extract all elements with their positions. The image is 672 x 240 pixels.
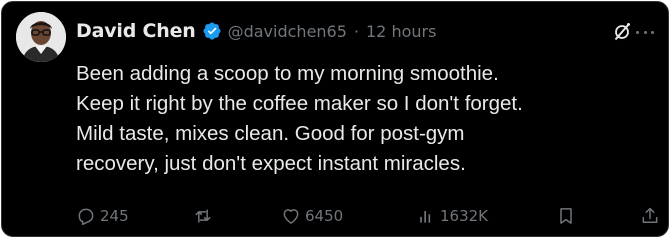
post-time[interactable]: 12 hours [366,22,436,41]
reply-icon [78,208,94,226]
tweet-text-line: Been adding a scoop to my morning smooth… [76,62,499,85]
tweet-text-line: recovery, just don't expect instant mira… [76,152,466,175]
verified-badge-icon[interactable] [202,21,222,41]
share-icon [642,207,658,223]
user-handle[interactable]: @davidchen65 [228,22,347,41]
tweet-card[interactable]: David Chen @davidchen65 · 12 hours Been … [1,1,669,237]
share-button[interactable] [640,204,660,228]
avatar[interactable] [16,12,66,62]
more-options-icon[interactable] [636,22,654,42]
display-name[interactable]: David Chen [76,20,196,42]
views-count: 1632K [440,207,489,225]
tweet-text-line: Keep it right by the coffee maker so I d… [76,92,523,115]
avatar-photo [16,12,66,62]
action-bar: 245 6450 1632K [76,204,658,228]
views-bars-icon [420,211,431,223]
tweet-text-line: Mild taste, mixes clean. Good for post-g… [76,122,465,145]
separator-dot: · [353,21,359,41]
heart-icon [283,209,299,224]
tweet-header: David Chen @davidchen65 · 12 hours [76,16,436,46]
tweet-text: Been adding a scoop to my morning smooth… [76,59,666,179]
reply-count: 245 [100,207,129,225]
bookmark-button[interactable] [556,204,576,228]
repost-button[interactable] [192,204,218,228]
bookmark-icon [560,208,572,224]
like-count: 6450 [305,207,344,225]
repost-icon [195,209,211,223]
like-button[interactable]: 6450 [281,204,343,228]
reply-button[interactable]: 245 [76,204,129,228]
grok-icon[interactable] [612,22,632,42]
views-button[interactable]: 1632K [416,204,488,228]
